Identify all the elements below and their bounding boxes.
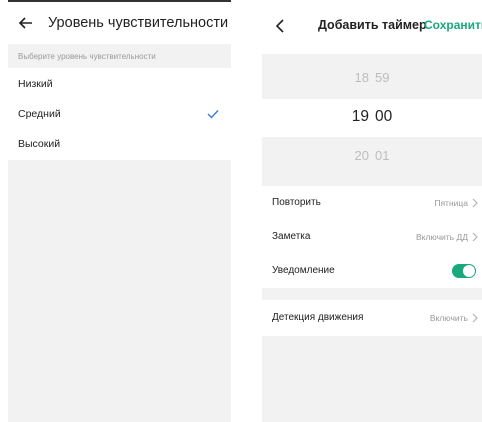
- row-value: Включить ДД: [415, 232, 468, 242]
- motion-detection-row[interactable]: Детекция движения Включить: [262, 301, 482, 335]
- option-medium[interactable]: Средний: [8, 100, 231, 130]
- sensitivity-options: Низкий Средний Высокий: [8, 68, 231, 160]
- motion-group: Детекция движения Включить: [262, 300, 482, 336]
- sensitivity-screen: Уровень чувствительности Выберите уровен…: [8, 0, 231, 422]
- row-value: Включить: [429, 313, 468, 323]
- option-label: Средний: [18, 108, 61, 120]
- notification-row: Уведомление: [262, 254, 482, 288]
- checkmark-icon: [207, 110, 219, 119]
- picker-row-selected[interactable]: 19 00: [262, 108, 482, 126]
- hour-value: 19: [351, 108, 369, 125]
- picker-row-below[interactable]: 20 01: [262, 148, 482, 163]
- back-chevron-icon[interactable]: [274, 19, 286, 33]
- row-label: Заметка: [272, 231, 311, 242]
- option-label: Низкий: [18, 78, 53, 90]
- hour-value: 20: [354, 148, 369, 163]
- row-label: Повторить: [272, 197, 321, 208]
- repeat-row[interactable]: Повторить Пятница: [262, 186, 482, 220]
- section-hint: Выберите уровень чувствительности: [18, 52, 156, 61]
- option-label: Высокий: [18, 138, 61, 150]
- back-arrow-icon[interactable]: [18, 15, 34, 31]
- chevron-right-icon: [472, 313, 478, 323]
- page-title: Добавить таймер: [318, 18, 427, 32]
- add-timer-screen: Добавить таймер Сохранить 18 59 19 00 20 01…: [262, 0, 482, 422]
- header: Добавить таймер Сохранить: [262, 0, 482, 54]
- option-low[interactable]: Низкий: [8, 70, 231, 100]
- note-row[interactable]: Заметка Включить ДД: [262, 220, 482, 254]
- minute-value: 00: [375, 108, 393, 125]
- row-label: Детекция движения: [272, 312, 364, 323]
- row-label: Уведомление: [272, 265, 335, 276]
- save-button[interactable]: Сохранить: [424, 18, 482, 32]
- picker-row-above[interactable]: 18 59: [262, 70, 482, 85]
- header: Уровень чувствительности: [8, 0, 231, 44]
- hour-value: 18: [354, 70, 369, 85]
- settings-group: Повторить Пятница Заметка Включить ДД Ув…: [262, 186, 482, 288]
- chevron-right-icon: [472, 232, 478, 242]
- option-high[interactable]: Высокий: [8, 130, 231, 160]
- minute-value: 01: [375, 148, 390, 163]
- page-title: Уровень чувствительности: [48, 15, 229, 31]
- toggle-knob: [463, 265, 475, 277]
- time-picker[interactable]: 18 59 19 00 20 01: [262, 54, 482, 178]
- minute-value: 59: [375, 70, 390, 85]
- chevron-right-icon: [472, 198, 478, 208]
- row-value: Пятница: [434, 198, 468, 208]
- notification-toggle[interactable]: [452, 264, 476, 278]
